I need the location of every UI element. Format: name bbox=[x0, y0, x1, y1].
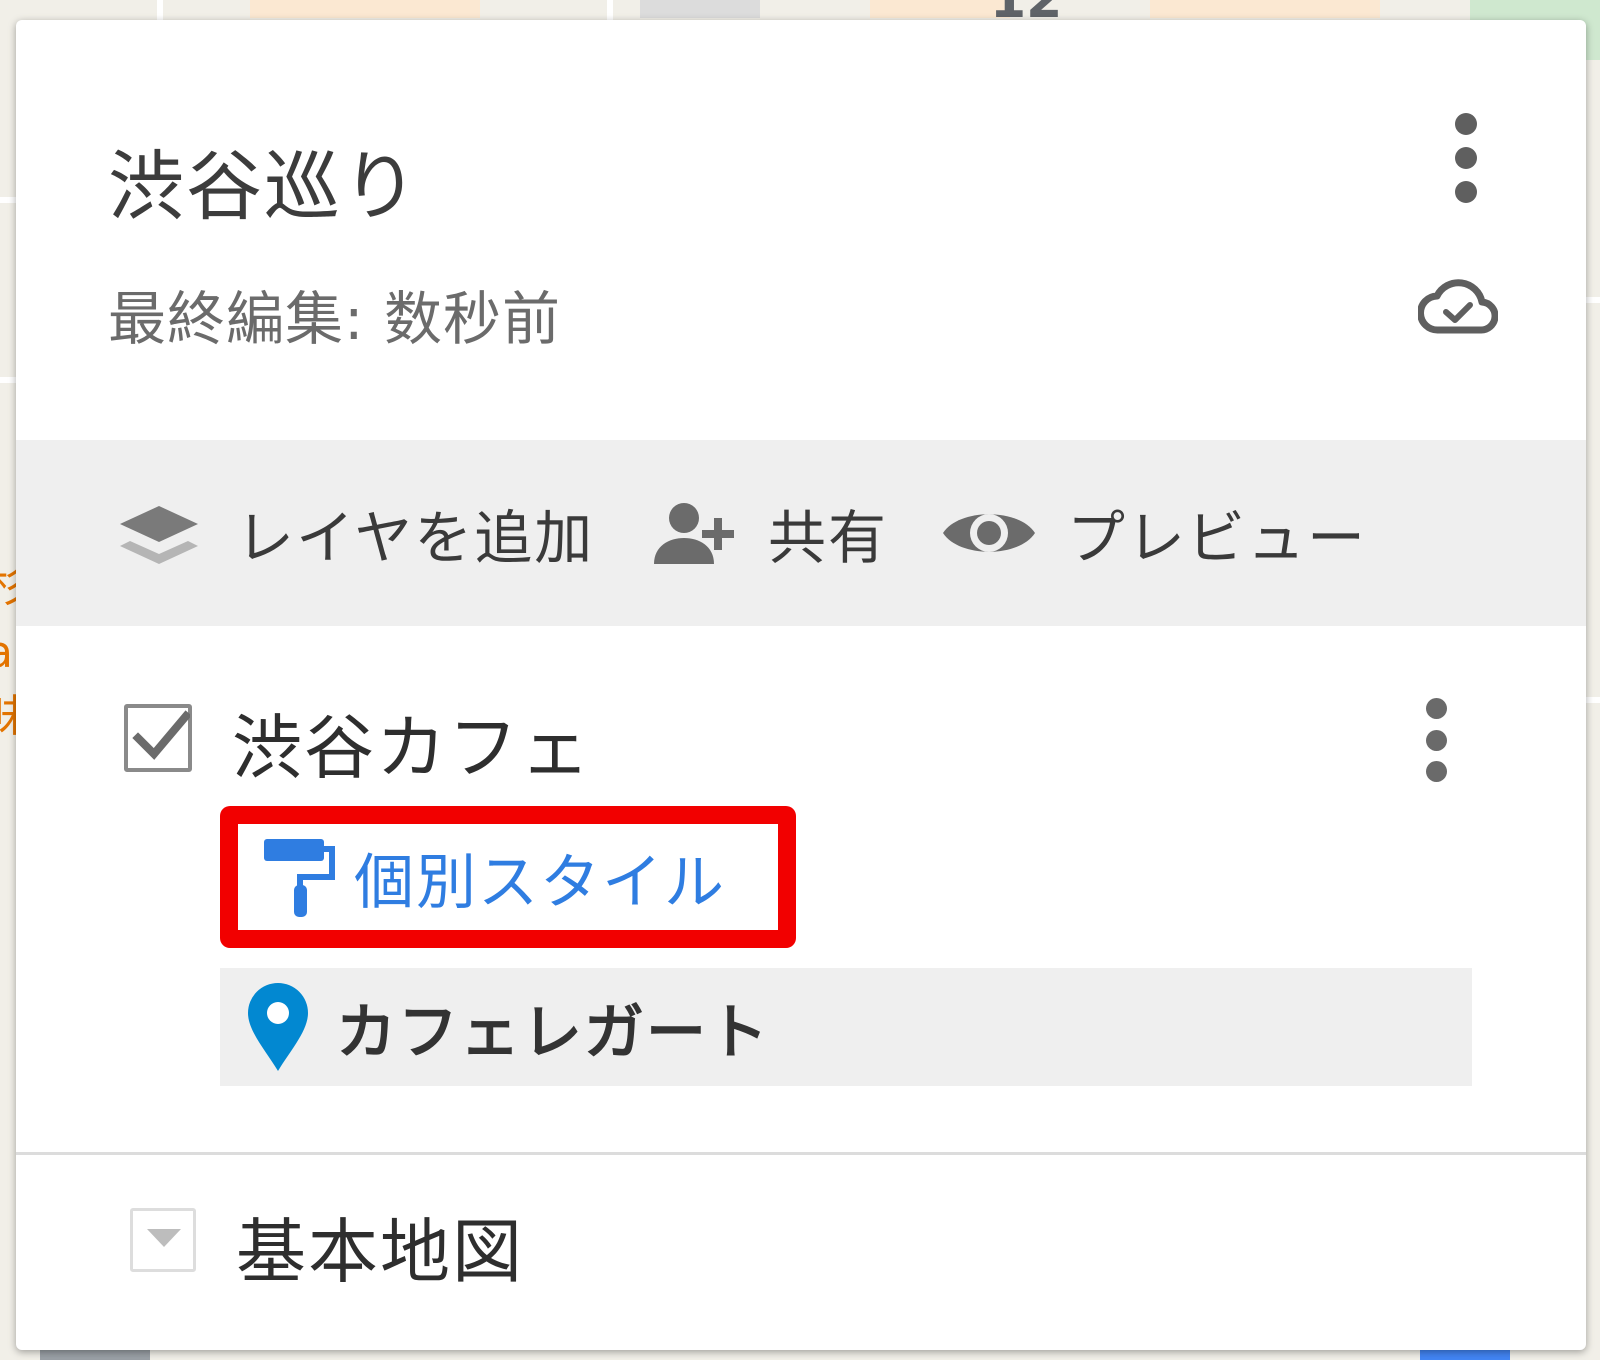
eye-icon bbox=[943, 514, 1035, 552]
preview-label: プレビュー bbox=[1067, 504, 1368, 572]
layer-visibility-checkbox[interactable] bbox=[124, 704, 192, 772]
add-layer-label: レイヤを追加 bbox=[236, 504, 595, 572]
more-vert-icon bbox=[1455, 113, 1477, 135]
more-vert-icon-dot bbox=[1425, 761, 1447, 782]
base-map-toggle[interactable] bbox=[130, 1208, 196, 1272]
place-item[interactable]: カフェレガート bbox=[220, 968, 1472, 1086]
more-vert-icon bbox=[1425, 698, 1447, 719]
more-vert-icon-dot bbox=[1425, 729, 1447, 751]
preview-button[interactable]: プレビュー bbox=[941, 440, 1367, 626]
layer-name[interactable]: 渋谷カフェ bbox=[232, 692, 592, 793]
panel-toolbar: レイヤを追加 共有 プレビュー bbox=[16, 440, 1586, 626]
map-options-button[interactable] bbox=[1446, 113, 1486, 203]
check-icon bbox=[132, 710, 190, 760]
more-vert-icon-dot bbox=[1455, 147, 1477, 169]
individual-style-button[interactable]: 個別スタイル bbox=[220, 806, 796, 948]
map-title[interactable]: 渋谷巡り bbox=[108, 125, 420, 235]
more-vert-icon-dot bbox=[1455, 181, 1477, 203]
dropdown-arrow-icon bbox=[147, 1229, 181, 1247]
base-map-label[interactable]: 基本地図 bbox=[236, 1196, 524, 1297]
add-layer-button[interactable]: レイヤを追加 bbox=[116, 440, 594, 626]
paint-roller-icon bbox=[264, 839, 335, 917]
layers-icon bbox=[120, 506, 198, 564]
place-name: カフェレガート bbox=[336, 997, 770, 1068]
cloud-done-icon bbox=[1418, 279, 1498, 334]
share-label: 共有 bbox=[768, 504, 889, 572]
map-pin-icon bbox=[248, 983, 308, 1071]
map-legend-panel: 渋谷巡り 最終編集: 数秒前 レイヤを追加 共有 プレビュー 渋谷カフェ 個別ス… bbox=[16, 20, 1586, 1350]
map-poi-text: a bbox=[0, 626, 13, 680]
person-add-icon bbox=[654, 503, 734, 564]
layer-options-button[interactable] bbox=[1416, 698, 1456, 782]
individual-style-label: 個別スタイル bbox=[354, 847, 726, 918]
share-button[interactable]: 共有 bbox=[642, 440, 888, 626]
section-divider bbox=[16, 1152, 1586, 1155]
last-edit-status: 最終編集: 数秒前 bbox=[108, 285, 561, 353]
